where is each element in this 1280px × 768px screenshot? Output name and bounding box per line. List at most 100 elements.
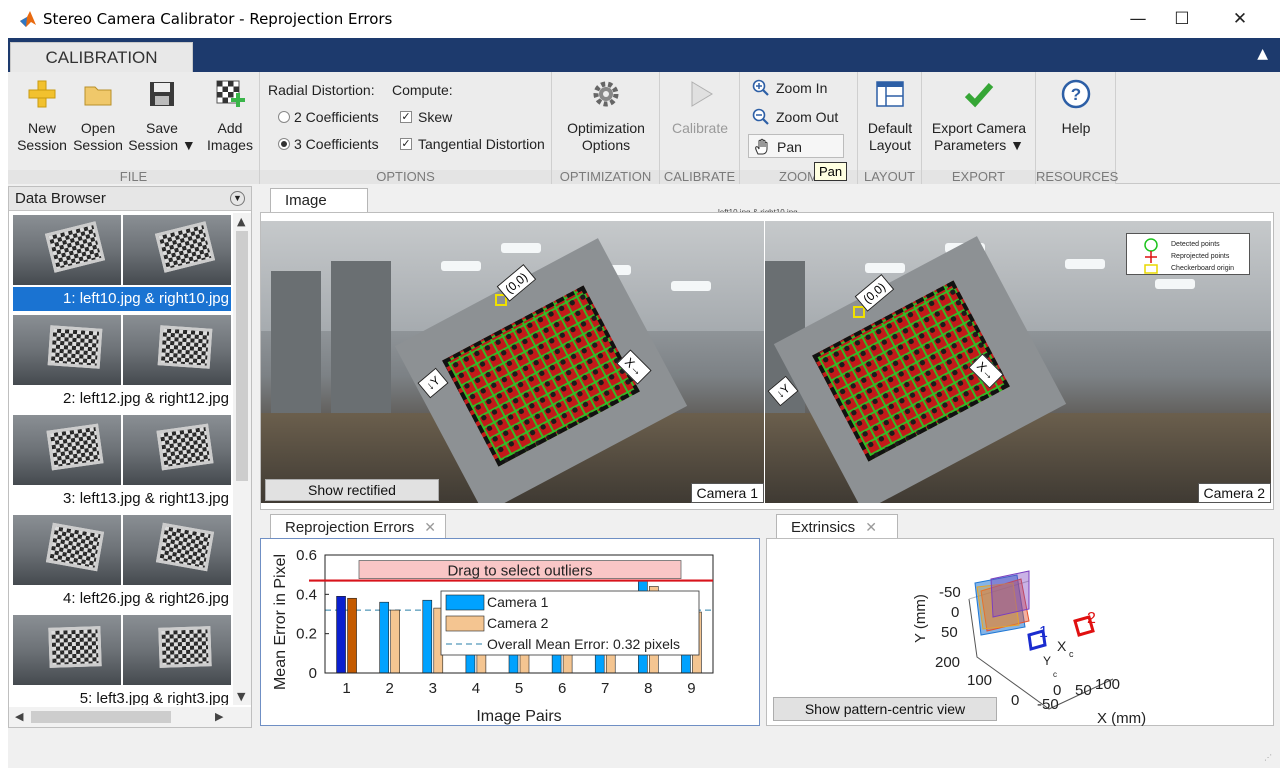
x-tick-label: 5 [515, 680, 523, 697]
x-tick-label: 2 [385, 680, 393, 697]
optimization-options-button[interactable]: Optimization Options [556, 76, 656, 154]
horizontal-scrollbar[interactable]: ◀ ▶ [9, 707, 251, 727]
list-item[interactable]: 5: left3.jpg & right3.jpg [13, 613, 231, 705]
help-button[interactable]: ? Help [1040, 76, 1112, 137]
export-section-label: EXPORT [922, 170, 1035, 184]
tab-reprojection-errors[interactable]: Reprojection Errors ✕ [270, 514, 446, 540]
close-button[interactable]: ✕ [1218, 5, 1262, 33]
right-thumbnail-image [123, 315, 231, 385]
scroll-right-icon[interactable]: ▶ [215, 710, 223, 723]
scrollbar-thumb[interactable] [236, 231, 248, 481]
list-item[interactable]: 3: left13.jpg & right13.jpg [13, 413, 231, 513]
maximize-button[interactable]: ☐ [1160, 5, 1204, 33]
x-axis-label: X (mm) [1097, 710, 1146, 727]
x-tick: 0 [1053, 682, 1061, 699]
camera1-label: Camera 1 [690, 483, 764, 503]
x-tick-label: 7 [601, 680, 609, 697]
optimization-section-label: OPTIMIZATION [552, 170, 659, 184]
add-images-button[interactable]: Add Images [202, 76, 258, 154]
export-section: Export Camera Parameters ▼ EXPORT [922, 72, 1036, 184]
pan-label: Pan [777, 139, 802, 155]
extrinsics-panel: 1 2 X c Y c -50 0 50 Y (mm) 200 100 0 -5… [766, 538, 1274, 727]
optimization-section: Optimization Options OPTIMIZATION [552, 72, 660, 184]
right-thumbnail-image [123, 215, 231, 285]
list-item-label: 5: left3.jpg & right3.jpg [79, 690, 229, 705]
reprojection-tab-label: Reprojection Errors [285, 519, 415, 536]
list-item[interactable]: 4: left26.jpg & right26.jpg [13, 513, 231, 613]
x-tick-label: 8 [644, 680, 652, 697]
scroll-left-icon[interactable]: ◀ [15, 710, 23, 723]
data-browser: Data Browser ▼ 1: left10.jpg & right10.j… [8, 186, 252, 728]
camera1-number: 1 [1039, 624, 1048, 641]
list-item[interactable]: 2: left12.jpg & right12.jpg [13, 313, 231, 413]
skew-label: Skew [418, 109, 453, 125]
data-browser-title: Data Browser [15, 190, 106, 207]
x-axis-label: Image Pairs [476, 708, 561, 725]
tab-image[interactable]: Image [270, 188, 368, 214]
data-browser-header: Data Browser ▼ [9, 187, 251, 211]
app-window: Stereo Camera Calibrator - Reprojection … [8, 0, 1280, 768]
y-tick-label: 0.6 [296, 547, 317, 564]
default-layout-button[interactable]: Default Layout [860, 76, 920, 154]
export-line1: Export Camera [931, 120, 1027, 136]
bar-camera1 [336, 595, 346, 674]
show-rectified-button[interactable]: Show rectified [265, 479, 439, 501]
export-camera-parameters-button[interactable]: Export Camera Parameters ▼ [926, 76, 1032, 154]
y-tick: 0 [951, 604, 959, 621]
ribbon-tabstrip: CALIBRATION ▲ [8, 38, 1280, 72]
title-bar: Stereo Camera Calibrator - Reprojection … [8, 0, 1280, 38]
y-axis-label: Mean Error in Pixel [272, 554, 289, 690]
skew-checkbox[interactable]: ✓ [400, 111, 412, 123]
zoom-out-button[interactable]: Zoom Out [748, 105, 838, 129]
right-thumbnail-image [123, 615, 231, 685]
x-tick-label: 1 [342, 680, 350, 697]
chevron-down-icon[interactable]: ▼ [230, 191, 245, 206]
x-tick: 50 [1075, 682, 1092, 699]
left-thumbnail-image [13, 215, 121, 285]
calibrate-button[interactable]: Calibrate [664, 76, 736, 137]
new-session-button[interactable]: New Session [12, 76, 72, 154]
yc-subscript: c [1053, 670, 1057, 679]
show-pattern-centric-view-button[interactable]: Show pattern-centric view [773, 697, 997, 721]
camera1-glyph: 1 [1027, 624, 1048, 651]
yc-axis-mark: Y [1043, 654, 1051, 668]
legend-origin: Checkerboard origin [1171, 265, 1235, 272]
collapse-ribbon-icon[interactable]: ▲ [1257, 46, 1268, 62]
camera2-number: 2 [1087, 610, 1096, 627]
resize-grip-icon[interactable]: ⋰ [1264, 753, 1272, 762]
scroll-up-icon[interactable]: ▲ [237, 215, 245, 228]
close-icon[interactable]: ✕ [424, 519, 436, 535]
open-session-button[interactable]: Open Session [68, 76, 128, 154]
radio-3-coefficients[interactable] [278, 138, 290, 150]
legend-markers-icon [1144, 238, 1158, 274]
right-thumbnail-image [123, 415, 231, 485]
close-icon[interactable]: ✕ [865, 519, 877, 535]
left-thumbnail-image [13, 415, 121, 485]
add-images-line1: Add [217, 120, 243, 136]
left-thumbnail-image [13, 615, 121, 685]
zoom-in-button[interactable]: Zoom In [748, 76, 827, 100]
radio-2-coefficients[interactable] [278, 111, 290, 123]
list-item[interactable]: 1: left10.jpg & right10.jpg [13, 213, 231, 313]
x-tick-label: 6 [558, 680, 566, 697]
right-thumbnail-image [123, 515, 231, 585]
tangential-checkbox[interactable]: ✓ [400, 138, 412, 150]
y-tick: -50 [939, 584, 961, 601]
bar-camera2 [390, 609, 400, 674]
minimize-button[interactable]: — [1116, 5, 1160, 33]
vertical-scrollbar[interactable]: ▲ ▼ [233, 213, 251, 705]
scroll-down-icon[interactable]: ▼ [237, 690, 245, 703]
tab-extrinsics[interactable]: Extrinsics ✕ [776, 514, 898, 540]
save-session-button[interactable]: Save Session ▼ [126, 76, 198, 154]
new-session-icon [28, 80, 56, 108]
file-section-label: FILE [8, 170, 259, 184]
tab-calibration[interactable]: CALIBRATION [10, 42, 193, 72]
layout-line1: Default [867, 120, 913, 136]
drag-to-select-label: Drag to select outliers [447, 563, 592, 580]
legend-label-mean: Overall Mean Error: 0.32 pixels [487, 636, 680, 652]
options-section: Radial Distortion: Compute: 2 Coefficien… [260, 72, 552, 184]
y-tick: 50 [941, 624, 958, 641]
scrollbar-thumb[interactable] [31, 711, 171, 723]
pan-button[interactable]: Pan [748, 134, 844, 158]
layout-line2: Layout [868, 137, 912, 153]
